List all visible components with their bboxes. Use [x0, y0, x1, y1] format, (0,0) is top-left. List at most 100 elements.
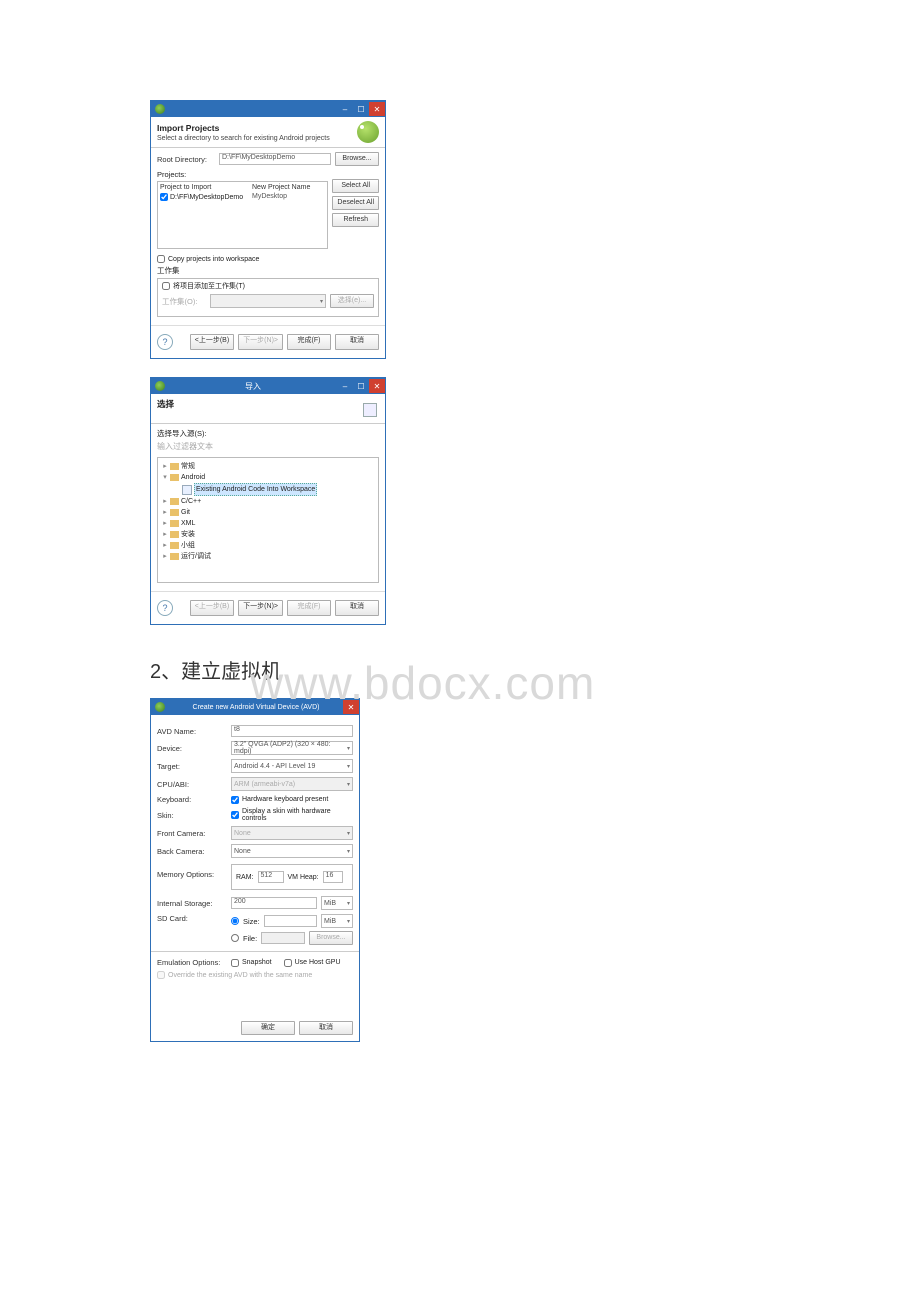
snapshot-label: Snapshot	[242, 959, 272, 966]
select-all-button[interactable]: Select All	[332, 179, 379, 193]
titlebar: – ☐ ✕	[151, 101, 385, 117]
device-label: Device:	[157, 744, 227, 753]
tree-node-git[interactable]: Git	[181, 507, 190, 518]
dialog-subheading: Select a directory to search for existin…	[157, 135, 357, 142]
avd-name-input[interactable]: t8	[231, 725, 353, 737]
cancel-button[interactable]: 取消	[299, 1021, 353, 1035]
tree-node-android[interactable]: Android	[181, 472, 205, 483]
internal-storage-input[interactable]: 200	[231, 897, 317, 909]
keyboard-checkbox[interactable]	[231, 796, 239, 804]
tree-node-install[interactable]: 安装	[181, 529, 195, 540]
sd-size-label: Size:	[243, 917, 260, 926]
android-icon	[155, 702, 165, 712]
close-button[interactable]: ✕	[343, 700, 359, 714]
maximize-button[interactable]: ☐	[353, 379, 369, 393]
target-select[interactable]: Android 4.4 - API Level 19▾	[231, 759, 353, 773]
table-row[interactable]: D:\FF\MyDesktopDemo MyDesktop	[160, 193, 325, 201]
project-checkbox[interactable]	[160, 193, 168, 201]
skin-checkbox[interactable]	[231, 811, 239, 819]
snapshot-checkbox[interactable]	[231, 959, 239, 967]
tree-node-existing-android[interactable]: Existing Android Code Into Workspace	[194, 483, 317, 496]
folder-icon	[170, 509, 179, 516]
folder-icon	[170, 542, 179, 549]
create-avd-dialog: Create new Android Virtual Device (AVD) …	[150, 698, 360, 1042]
file-icon	[182, 485, 192, 495]
use-host-gpu-checkbox[interactable]	[284, 959, 292, 967]
minimize-button[interactable]: –	[337, 102, 353, 116]
skin-chk-label: Display a skin with hardware controls	[242, 808, 353, 822]
help-button[interactable]: ?	[157, 600, 173, 616]
cancel-button[interactable]: 取消	[335, 600, 379, 616]
filter-input[interactable]: 输入过滤器文本	[157, 441, 379, 453]
project-name: MyDesktop	[252, 193, 325, 201]
refresh-button[interactable]: Refresh	[332, 213, 379, 227]
back-button[interactable]: <上一步(B)	[190, 334, 234, 350]
select-source-label: 选择导入源(S):	[157, 428, 379, 439]
tree-node-ccpp[interactable]: C/C++	[181, 496, 201, 507]
maximize-button[interactable]: ☐	[353, 102, 369, 116]
keyboard-label: Keyboard:	[157, 795, 227, 804]
android-logo-icon	[357, 121, 379, 143]
titlebar: Create new Android Virtual Device (AVD) …	[151, 699, 359, 715]
override-checkbox	[157, 971, 165, 979]
folder-icon	[170, 553, 179, 560]
avd-name-label: AVD Name:	[157, 727, 227, 736]
back-button: <上一步(B)	[190, 600, 234, 616]
memory-label: Memory Options:	[157, 862, 227, 879]
dialog-heading: 选择	[157, 398, 357, 410]
cpu-select: ARM (armeabi-v7a)▾	[231, 777, 353, 791]
internal-storage-unit[interactable]: MiB▾	[321, 896, 353, 910]
deselect-all-button[interactable]: Deselect All	[332, 196, 379, 210]
sd-file-radio[interactable]	[231, 934, 239, 942]
titlebar: 导入 – ☐ ✕	[151, 378, 385, 394]
ram-input[interactable]: 512	[258, 871, 284, 883]
minimize-button[interactable]: –	[337, 379, 353, 393]
folder-icon	[170, 463, 179, 470]
close-button[interactable]: ✕	[369, 379, 385, 393]
ok-button[interactable]: 确定	[241, 1021, 295, 1035]
tree-node-run[interactable]: 运行/调试	[181, 551, 211, 562]
sd-size-input[interactable]	[264, 915, 317, 927]
back-camera-label: Back Camera:	[157, 847, 227, 856]
section-heading: 2、建立虚拟机	[150, 655, 770, 684]
tree-node-team[interactable]: 小组	[181, 540, 195, 551]
sd-size-unit[interactable]: MiB▾	[321, 914, 353, 928]
col-project-to-import: Project to Import	[160, 184, 252, 191]
tree-node-general[interactable]: 常规	[181, 461, 195, 472]
copy-projects-label: Copy projects into workspace	[168, 256, 259, 263]
next-button[interactable]: 下一步(N)>	[238, 600, 283, 616]
back-camera-select[interactable]: None▾	[231, 844, 353, 858]
keyboard-chk-label: Hardware keyboard present	[242, 796, 328, 803]
sd-file-label: File:	[243, 934, 257, 943]
window-title: 导入	[169, 381, 337, 392]
emulation-options-label: Emulation Options:	[157, 958, 227, 967]
sdcard-label: SD Card:	[157, 914, 227, 923]
skin-label: Skin:	[157, 811, 227, 820]
folder-icon	[170, 531, 179, 538]
cpu-label: CPU/ABI:	[157, 780, 227, 789]
copy-projects-checkbox[interactable]	[157, 255, 165, 263]
finish-button[interactable]: 完成(F)	[287, 334, 331, 350]
vmheap-label: VM Heap:	[288, 874, 319, 881]
root-directory-label: Root Directory:	[157, 155, 215, 164]
close-button[interactable]: ✕	[369, 102, 385, 116]
help-button[interactable]: ?	[157, 334, 173, 350]
internal-storage-label: Internal Storage:	[157, 899, 227, 908]
workingset-label: 工作集(O):	[162, 296, 206, 307]
import-source-tree[interactable]: ▸常规 ▾Android Existing Android Code Into …	[157, 457, 379, 583]
cancel-button[interactable]: 取消	[335, 334, 379, 350]
front-camera-select: None▾	[231, 826, 353, 840]
vmheap-input[interactable]: 16	[323, 871, 343, 883]
android-icon	[155, 104, 165, 114]
sd-size-radio[interactable]	[231, 917, 239, 925]
device-select[interactable]: 3.2" QVGA (ADP2) (320 × 480: mdpi)▾	[231, 741, 353, 755]
projects-table[interactable]: Project to Import New Project Name D:\FF…	[157, 181, 328, 249]
add-to-workingset-checkbox[interactable]	[162, 282, 170, 290]
tree-node-xml[interactable]: XML	[181, 518, 195, 529]
browse-button[interactable]: Browse...	[335, 152, 379, 166]
project-path: D:\FF\MyDesktopDemo	[170, 194, 243, 201]
root-directory-input[interactable]: D:\FF\MyDesktopDemo	[219, 153, 331, 165]
sd-file-input	[261, 932, 305, 944]
projects-label: Projects:	[157, 170, 379, 179]
workingset-select-button: 选择(e)...	[330, 294, 374, 308]
